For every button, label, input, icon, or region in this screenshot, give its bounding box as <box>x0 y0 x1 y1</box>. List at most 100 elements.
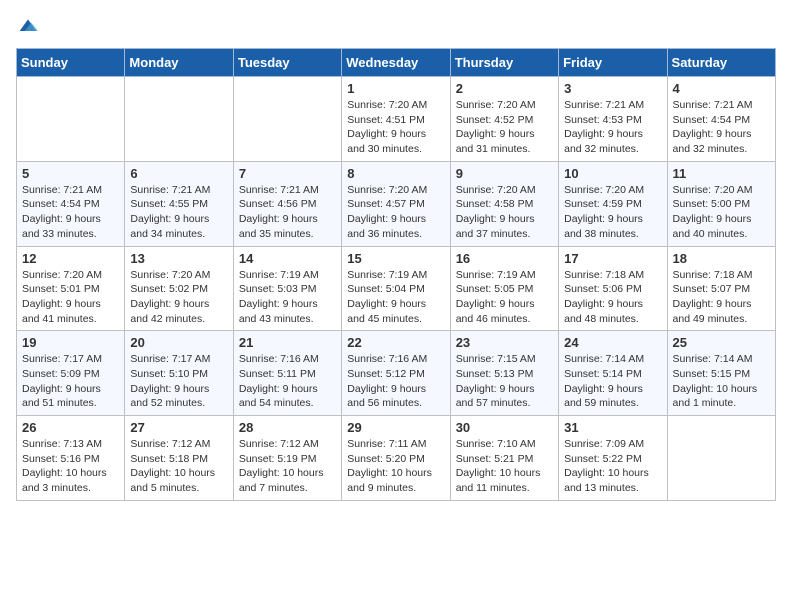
day-number: 5 <box>22 166 119 181</box>
calendar-cell <box>125 77 233 162</box>
day-info: Sunrise: 7:20 AM Sunset: 5:00 PM Dayligh… <box>673 183 770 242</box>
day-number: 9 <box>456 166 553 181</box>
weekday-header-tuesday: Tuesday <box>233 49 341 77</box>
day-number: 20 <box>130 335 227 350</box>
day-info: Sunrise: 7:21 AM Sunset: 4:56 PM Dayligh… <box>239 183 336 242</box>
day-number: 2 <box>456 81 553 96</box>
page-header <box>16 16 776 36</box>
week-row-1: 1 Sunrise: 7:20 AM Sunset: 4:51 PM Daylig… <box>17 77 776 162</box>
day-number: 16 <box>456 251 553 266</box>
day-info: Sunrise: 7:21 AM Sunset: 4:55 PM Dayligh… <box>130 183 227 242</box>
day-number: 21 <box>239 335 336 350</box>
day-info: Sunrise: 7:19 AM Sunset: 5:05 PM Dayligh… <box>456 268 553 327</box>
calendar-cell: 4 Sunrise: 7:21 AM Sunset: 4:54 PM Daylig… <box>667 77 775 162</box>
week-row-4: 19 Sunrise: 7:17 AM Sunset: 5:09 PM Dayli… <box>17 331 776 416</box>
day-number: 18 <box>673 251 770 266</box>
day-info: Sunrise: 7:16 AM Sunset: 5:12 PM Dayligh… <box>347 352 444 411</box>
day-info: Sunrise: 7:19 AM Sunset: 5:04 PM Dayligh… <box>347 268 444 327</box>
day-info: Sunrise: 7:20 AM Sunset: 5:01 PM Dayligh… <box>22 268 119 327</box>
day-number: 8 <box>347 166 444 181</box>
calendar-cell: 8 Sunrise: 7:20 AM Sunset: 4:57 PM Daylig… <box>342 161 450 246</box>
weekday-header-monday: Monday <box>125 49 233 77</box>
calendar-cell: 28 Sunrise: 7:12 AM Sunset: 5:19 PM Dayli… <box>233 416 341 501</box>
day-number: 19 <box>22 335 119 350</box>
day-number: 28 <box>239 420 336 435</box>
day-info: Sunrise: 7:21 AM Sunset: 4:54 PM Dayligh… <box>22 183 119 242</box>
day-info: Sunrise: 7:12 AM Sunset: 5:19 PM Dayligh… <box>239 437 336 496</box>
day-info: Sunrise: 7:15 AM Sunset: 5:13 PM Dayligh… <box>456 352 553 411</box>
day-info: Sunrise: 7:12 AM Sunset: 5:18 PM Dayligh… <box>130 437 227 496</box>
calendar-cell: 31Sunrise: 7:09 AM Sunset: 5:22 PM Dayli… <box>559 416 667 501</box>
week-row-2: 5 Sunrise: 7:21 AM Sunset: 4:54 PM Daylig… <box>17 161 776 246</box>
calendar-cell: 27 Sunrise: 7:12 AM Sunset: 5:18 PM Dayli… <box>125 416 233 501</box>
calendar-cell: 11 Sunrise: 7:20 AM Sunset: 5:00 PM Dayli… <box>667 161 775 246</box>
calendar-cell: 22 Sunrise: 7:16 AM Sunset: 5:12 PM Dayli… <box>342 331 450 416</box>
day-number: 1 <box>347 81 444 96</box>
calendar-cell: 9 Sunrise: 7:20 AM Sunset: 4:58 PM Daylig… <box>450 161 558 246</box>
day-number: 17 <box>564 251 661 266</box>
week-row-3: 12 Sunrise: 7:20 AM Sunset: 5:01 PM Dayli… <box>17 246 776 331</box>
calendar-cell: 18 Sunrise: 7:18 AM Sunset: 5:07 PM Dayli… <box>667 246 775 331</box>
day-number: 4 <box>673 81 770 96</box>
day-info: Sunrise: 7:17 AM Sunset: 5:10 PM Dayligh… <box>130 352 227 411</box>
weekday-header-saturday: Saturday <box>667 49 775 77</box>
day-number: 29 <box>347 420 444 435</box>
day-info: Sunrise: 7:21 AM Sunset: 4:53 PM Dayligh… <box>564 98 661 157</box>
calendar-cell: 16 Sunrise: 7:19 AM Sunset: 5:05 PM Dayli… <box>450 246 558 331</box>
calendar-cell: 26 Sunrise: 7:13 AM Sunset: 5:16 PM Dayli… <box>17 416 125 501</box>
day-number: 30 <box>456 420 553 435</box>
day-number: 11 <box>673 166 770 181</box>
calendar-cell: 3 Sunrise: 7:21 AM Sunset: 4:53 PM Daylig… <box>559 77 667 162</box>
day-info: Sunrise: 7:20 AM Sunset: 4:51 PM Dayligh… <box>347 98 444 157</box>
day-number: 15 <box>347 251 444 266</box>
calendar-cell <box>233 77 341 162</box>
day-number: 22 <box>347 335 444 350</box>
day-number: 24 <box>564 335 661 350</box>
calendar-cell: 12 Sunrise: 7:20 AM Sunset: 5:01 PM Dayli… <box>17 246 125 331</box>
calendar-cell: 19 Sunrise: 7:17 AM Sunset: 5:09 PM Dayli… <box>17 331 125 416</box>
day-number: 26 <box>22 420 119 435</box>
calendar-cell: 1 Sunrise: 7:20 AM Sunset: 4:51 PM Daylig… <box>342 77 450 162</box>
day-number: 12 <box>22 251 119 266</box>
calendar-cell: 23Sunrise: 7:15 AM Sunset: 5:13 PM Dayli… <box>450 331 558 416</box>
day-number: 6 <box>130 166 227 181</box>
day-number: 13 <box>130 251 227 266</box>
calendar-cell: 10Sunrise: 7:20 AM Sunset: 4:59 PM Dayli… <box>559 161 667 246</box>
calendar-cell: 24Sunrise: 7:14 AM Sunset: 5:14 PM Dayli… <box>559 331 667 416</box>
day-info: Sunrise: 7:18 AM Sunset: 5:06 PM Dayligh… <box>564 268 661 327</box>
day-info: Sunrise: 7:20 AM Sunset: 4:57 PM Dayligh… <box>347 183 444 242</box>
weekday-header-row: SundayMondayTuesdayWednesdayThursdayFrid… <box>17 49 776 77</box>
weekday-header-sunday: Sunday <box>17 49 125 77</box>
day-info: Sunrise: 7:20 AM Sunset: 4:52 PM Dayligh… <box>456 98 553 157</box>
calendar-cell: 30 Sunrise: 7:10 AM Sunset: 5:21 PM Dayli… <box>450 416 558 501</box>
day-number: 25 <box>673 335 770 350</box>
weekday-header-wednesday: Wednesday <box>342 49 450 77</box>
calendar-cell <box>667 416 775 501</box>
calendar-table: SundayMondayTuesdayWednesdayThursdayFrid… <box>16 48 776 501</box>
calendar-cell: 6 Sunrise: 7:21 AM Sunset: 4:55 PM Daylig… <box>125 161 233 246</box>
weekday-header-friday: Friday <box>559 49 667 77</box>
day-info: Sunrise: 7:19 AM Sunset: 5:03 PM Dayligh… <box>239 268 336 327</box>
calendar-cell: 17 Sunrise: 7:18 AM Sunset: 5:06 PM Dayli… <box>559 246 667 331</box>
day-number: 27 <box>130 420 227 435</box>
day-info: Sunrise: 7:14 AM Sunset: 5:15 PM Dayligh… <box>673 352 770 411</box>
day-info: Sunrise: 7:16 AM Sunset: 5:11 PM Dayligh… <box>239 352 336 411</box>
calendar-cell: 29 Sunrise: 7:11 AM Sunset: 5:20 PM Dayli… <box>342 416 450 501</box>
day-info: Sunrise: 7:10 AM Sunset: 5:21 PM Dayligh… <box>456 437 553 496</box>
calendar-cell: 25 Sunrise: 7:14 AM Sunset: 5:15 PM Dayli… <box>667 331 775 416</box>
calendar-cell: 7 Sunrise: 7:21 AM Sunset: 4:56 PM Daylig… <box>233 161 341 246</box>
day-info: Sunrise: 7:18 AM Sunset: 5:07 PM Dayligh… <box>673 268 770 327</box>
day-info: Sunrise: 7:13 AM Sunset: 5:16 PM Dayligh… <box>22 437 119 496</box>
day-number: 3 <box>564 81 661 96</box>
day-info: Sunrise: 7:20 AM Sunset: 5:02 PM Dayligh… <box>130 268 227 327</box>
week-row-5: 26 Sunrise: 7:13 AM Sunset: 5:16 PM Dayli… <box>17 416 776 501</box>
day-info: Sunrise: 7:11 AM Sunset: 5:20 PM Dayligh… <box>347 437 444 496</box>
day-info: Sunrise: 7:21 AM Sunset: 4:54 PM Dayligh… <box>673 98 770 157</box>
logo <box>16 16 38 36</box>
calendar-cell: 15 Sunrise: 7:19 AM Sunset: 5:04 PM Dayli… <box>342 246 450 331</box>
day-number: 14 <box>239 251 336 266</box>
day-info: Sunrise: 7:17 AM Sunset: 5:09 PM Dayligh… <box>22 352 119 411</box>
day-number: 7 <box>239 166 336 181</box>
day-info: Sunrise: 7:20 AM Sunset: 4:58 PM Dayligh… <box>456 183 553 242</box>
calendar-cell: 5 Sunrise: 7:21 AM Sunset: 4:54 PM Daylig… <box>17 161 125 246</box>
